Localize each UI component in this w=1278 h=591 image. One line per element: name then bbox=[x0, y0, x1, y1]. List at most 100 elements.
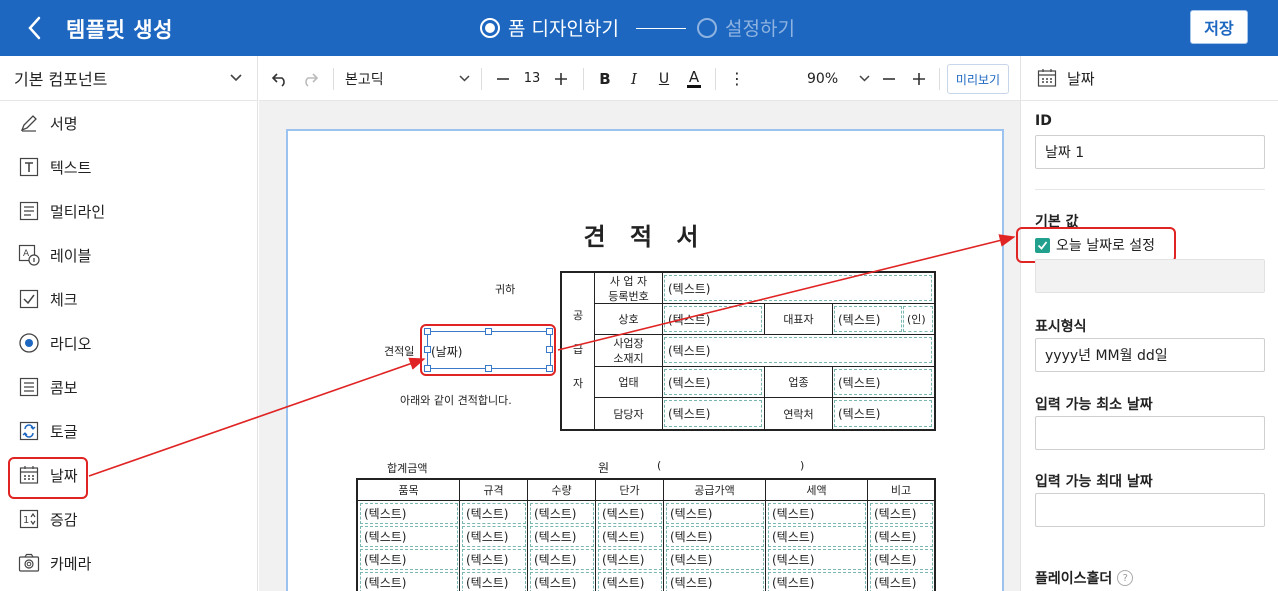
font-size-increase-button[interactable] bbox=[549, 56, 573, 101]
zoom-value: 90% bbox=[807, 70, 839, 87]
text-field[interactable]: (텍스트) bbox=[664, 306, 762, 332]
table-cell-field[interactable]: (텍스트) bbox=[462, 572, 526, 591]
table-cell-field[interactable]: (텍스트) bbox=[598, 526, 662, 547]
date-component-highlight bbox=[8, 457, 88, 499]
underline-button[interactable]: U bbox=[652, 56, 676, 101]
column-header: 세액 bbox=[806, 484, 827, 497]
table-cell-field[interactable]: (텍스트) bbox=[598, 503, 662, 524]
table-cell-field[interactable]: (텍스트) bbox=[768, 572, 866, 591]
table-cell-field[interactable]: (텍스트) bbox=[666, 572, 764, 591]
text-field[interactable]: (텍스트) bbox=[664, 275, 932, 301]
component-combo[interactable]: 콤보 bbox=[0, 365, 257, 409]
column-header: 수량 bbox=[551, 484, 572, 497]
row-label: 사업장 bbox=[613, 337, 644, 350]
step-inactive-icon bbox=[697, 17, 717, 38]
component-multiline[interactable]: 멀티라인 bbox=[0, 189, 257, 233]
font-family-select[interactable]: 본고딕 bbox=[343, 56, 471, 101]
more-options-button[interactable]: ⋮ bbox=[725, 56, 749, 101]
table-cell-field[interactable]: (텍스트) bbox=[666, 526, 764, 547]
table-cell-field[interactable]: (텍스트) bbox=[768, 526, 866, 547]
text-field[interactable]: (텍스트) bbox=[664, 337, 932, 363]
component-check[interactable]: 체크 bbox=[0, 277, 257, 321]
table-cell-field[interactable]: (텍스트) bbox=[666, 549, 764, 570]
id-input[interactable]: 날짜 1 bbox=[1035, 135, 1265, 169]
row-label: 업태 bbox=[618, 376, 639, 389]
placeholder-label: 플레이스홀더 ? bbox=[1035, 568, 1134, 588]
table-cell-field[interactable]: (텍스트) bbox=[530, 526, 594, 547]
table-cell-field[interactable]: (텍스트) bbox=[360, 572, 458, 591]
text-field[interactable]: (텍스트) bbox=[664, 369, 762, 395]
table-cell-field[interactable]: (텍스트) bbox=[768, 503, 866, 524]
multiline-icon bbox=[18, 200, 40, 222]
more-vertical-icon: ⋮ bbox=[729, 69, 745, 88]
id-label: ID bbox=[1035, 113, 1052, 129]
max-date-input[interactable] bbox=[1035, 493, 1265, 527]
text-field[interactable]: (텍스트) bbox=[664, 400, 762, 427]
table-cell-field[interactable]: (텍스트) bbox=[870, 526, 933, 547]
table-cell-field[interactable]: (텍스트) bbox=[462, 526, 526, 547]
row-label: 대표자 bbox=[783, 313, 814, 326]
table-cell-field[interactable]: (텍스트) bbox=[870, 572, 933, 591]
text-field[interactable]: (텍스트) bbox=[834, 306, 902, 332]
step-form-design[interactable]: 폼 디자인하기 bbox=[480, 14, 619, 41]
table-cell-field[interactable]: (텍스트) bbox=[870, 503, 933, 524]
today-checkbox-highlight bbox=[1016, 227, 1176, 263]
component-signature[interactable]: 서명 bbox=[0, 101, 257, 145]
format-input[interactable]: yyyy년 MM월 dd일 bbox=[1035, 338, 1265, 372]
component-text[interactable]: 텍스트 bbox=[0, 145, 257, 189]
component-camera[interactable]: 카메라 bbox=[0, 541, 257, 585]
step-settings[interactable]: 설정하기 bbox=[697, 14, 795, 41]
component-label-item[interactable]: A 레이블 bbox=[0, 233, 257, 277]
table-cell-field[interactable]: (텍스트) bbox=[360, 503, 458, 524]
table-border bbox=[934, 271, 936, 431]
preview-button[interactable]: 미리보기 bbox=[947, 64, 1009, 94]
supplier-label: 급 bbox=[572, 343, 584, 356]
redo-button[interactable] bbox=[297, 56, 323, 101]
component-category-select[interactable]: 기본 컴포넌트 bbox=[0, 56, 257, 101]
chevron-down-icon bbox=[230, 74, 242, 82]
table-cell-field[interactable]: (텍스트) bbox=[530, 503, 594, 524]
format-label: 표시형식 bbox=[1035, 319, 1087, 335]
font-size-decrease-button[interactable] bbox=[491, 56, 515, 101]
undo-button[interactable] bbox=[267, 56, 293, 101]
back-button[interactable] bbox=[20, 13, 50, 43]
table-cell-field[interactable]: (텍스트) bbox=[530, 572, 594, 591]
bold-button[interactable]: B bbox=[593, 56, 617, 101]
redo-icon bbox=[305, 72, 319, 87]
min-date-input[interactable] bbox=[1035, 416, 1265, 450]
table-cell-field[interactable]: (텍스트) bbox=[870, 549, 933, 570]
column-header: 공급가액 bbox=[694, 484, 735, 497]
table-cell-field[interactable]: (텍스트) bbox=[530, 549, 594, 570]
table-cell-field[interactable]: (텍스트) bbox=[462, 549, 526, 570]
table-cell-field[interactable]: (텍스트) bbox=[666, 503, 764, 524]
zoom-out-button[interactable] bbox=[877, 56, 901, 101]
text-field[interactable]: (텍스트) bbox=[834, 369, 932, 395]
text-field[interactable]: (텍스트) bbox=[834, 400, 932, 427]
zoom-in-button[interactable] bbox=[907, 56, 931, 101]
quotation-document[interactable]: 견 적 서 귀하 견적일 아래와 같이 견적합니다. (날짜) 공 급 자 사 … bbox=[286, 129, 1004, 591]
minus-icon bbox=[883, 77, 895, 80]
component-toggle[interactable]: 토글 bbox=[0, 409, 257, 453]
table-cell-field[interactable]: (텍스트) bbox=[360, 549, 458, 570]
zoom-select[interactable]: 90% bbox=[807, 56, 871, 101]
component-stepper[interactable]: 1 증감 bbox=[0, 497, 257, 541]
table-cell-field[interactable]: (텍스트) bbox=[598, 549, 662, 570]
help-icon[interactable]: ? bbox=[1117, 570, 1134, 586]
paren-close: ) bbox=[800, 459, 805, 472]
checkbox-icon bbox=[18, 288, 40, 310]
bold-icon: B bbox=[599, 69, 611, 88]
table-cell-field[interactable]: (텍스트) bbox=[462, 503, 526, 524]
table-border bbox=[662, 271, 663, 431]
table-cell-field[interactable]: (텍스트) bbox=[360, 526, 458, 547]
table-cell-field[interactable]: (텍스트) bbox=[598, 572, 662, 591]
row-label: 사 업 자 bbox=[609, 274, 648, 288]
font-color-button[interactable]: A bbox=[682, 56, 706, 101]
component-label: 콤보 bbox=[50, 378, 78, 397]
editor-toolbar: 본고딕 13 B I U A ⋮ 90% 미리보기 bbox=[259, 56, 1020, 101]
italic-button[interactable]: I bbox=[622, 56, 646, 101]
component-radio[interactable]: 라디오 bbox=[0, 321, 257, 365]
font-size-value[interactable]: 13 bbox=[517, 56, 547, 101]
table-cell-field[interactable]: (텍스트) bbox=[768, 549, 866, 570]
save-button[interactable]: 저장 bbox=[1190, 10, 1248, 44]
seal-field[interactable]: (인) bbox=[903, 306, 933, 332]
